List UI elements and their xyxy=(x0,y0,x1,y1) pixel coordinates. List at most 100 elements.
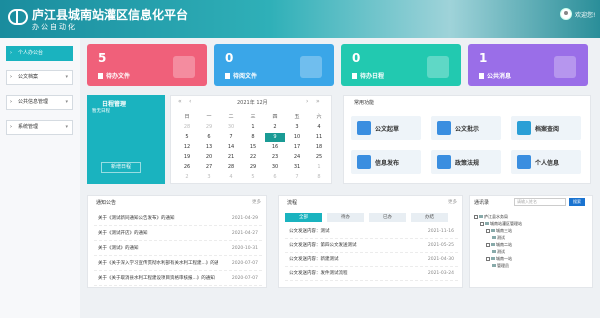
list-item[interactable]: 公文发送内容：第四公文发送测试 2021-05-25 xyxy=(285,239,458,253)
calendar-day[interactable]: 16 xyxy=(265,143,285,152)
contact-search-input[interactable]: 请输入姓名 xyxy=(514,198,566,206)
list-item[interactable]: 关于《关于深入学习宣传贯彻水利部有关水利工程建...》的通知 2020-07-07 xyxy=(94,256,262,271)
flow-more-link[interactable]: 更多 xyxy=(448,199,457,205)
function-personal-info[interactable]: 个人信息 xyxy=(511,150,581,174)
calendar-day[interactable]: 23 xyxy=(265,153,285,162)
sidebar-item-personal-office[interactable]: › 个人办公台 xyxy=(6,46,73,61)
calendar-day[interactable]: 10 xyxy=(287,133,307,142)
calendar-day[interactable]: 25 xyxy=(309,153,329,162)
notice-panel: 通知公告 更多 关于《测试新同通知公告发布》的通知 2021-04-29 关于《测… xyxy=(87,195,267,288)
calendar-day[interactable]: 8 xyxy=(309,173,329,182)
notice-more-link[interactable]: 更多 xyxy=(252,199,261,205)
calendar-day[interactable]: 29 xyxy=(199,123,219,132)
function-publish-info[interactable]: 信息发布 xyxy=(351,150,421,174)
prev-month-button[interactable]: ‹ xyxy=(189,98,191,105)
calendar-day[interactable]: 8 xyxy=(243,133,263,142)
calendar-day[interactable]: 14 xyxy=(221,143,241,152)
list-item[interactable]: 公文发送内容：新建测试 2021-04-30 xyxy=(285,253,458,267)
list-item[interactable]: 关于《关于取消县水利工程建设项目资格审核报...》的通知 2020-07-07 xyxy=(94,271,262,286)
sidebar-item-documents[interactable]: › 公文档案 ▾ xyxy=(6,70,73,85)
sidebar-item-public-info[interactable]: › 公共信息管理 ▾ xyxy=(6,95,73,110)
calendar-day[interactable]: 3 xyxy=(287,123,307,132)
list-item[interactable]: 公文发送内容：测试 2021-11-16 xyxy=(285,225,458,239)
calendar-day[interactable]: 29 xyxy=(243,163,263,172)
tree-node[interactable]: 城南二站 xyxy=(486,242,512,247)
function-approve-document[interactable]: 公文批示 xyxy=(431,116,501,140)
list-item[interactable]: 关于《测试新同通知公告发布》的通知 2021-04-29 xyxy=(94,211,262,226)
calendar-day[interactable]: 28 xyxy=(221,163,241,172)
calendar-day[interactable]: 1 xyxy=(243,123,263,132)
sidebar-item-label: 公文档案 xyxy=(18,74,39,80)
calendar-day[interactable]: 17 xyxy=(287,143,307,152)
list-item[interactable]: 关于《测试开店》的通知 2021-04-27 xyxy=(94,226,262,241)
tree-node[interactable]: 测试 xyxy=(492,249,505,254)
card-pending-schedule[interactable]: 0 待办日程 xyxy=(341,44,461,86)
sidebar-item-label: 公共信息管理 xyxy=(18,99,49,105)
calendar-day[interactable]: 31 xyxy=(287,163,307,172)
chevron-down-icon: ▾ xyxy=(65,74,68,80)
calendar-day[interactable]: 11 xyxy=(309,133,329,142)
calendar-day[interactable]: 24 xyxy=(287,153,307,162)
calendar-day[interactable]: 15 xyxy=(243,143,263,152)
calendar-day[interactable]: 30 xyxy=(265,163,285,172)
folder-icon xyxy=(491,243,495,246)
list-item[interactable]: 关于《测试》的通知 2020-10-31 xyxy=(94,241,262,256)
calendar-day[interactable]: 28 xyxy=(177,123,197,132)
calendar-day[interactable]: 13 xyxy=(199,143,219,152)
calendar-day[interactable]: 2 xyxy=(265,123,285,132)
add-schedule-button[interactable]: 新增日程 xyxy=(101,162,141,173)
calendar-day[interactable]: 21 xyxy=(221,153,241,162)
card-label: 待办文件 xyxy=(98,71,130,80)
calendar-day[interactable]: 3 xyxy=(199,173,219,182)
folder-icon xyxy=(300,56,322,78)
list-item[interactable]: 公文发送内容：发件测试流程 2021-03-24 xyxy=(285,267,458,281)
avatar[interactable] xyxy=(560,8,572,20)
common-functions-panel: 常用功能 公文起草 公文批示 档案查阅 信息发布 政策法规 个人信息 xyxy=(343,95,591,184)
function-archive-query[interactable]: 档案查阅 xyxy=(511,116,581,140)
prev-year-button[interactable]: « xyxy=(178,98,182,105)
tree-node[interactable]: 城南一站 xyxy=(486,256,512,261)
function-draft-document[interactable]: 公文起草 xyxy=(351,116,421,140)
tab-finished[interactable]: 办结 xyxy=(411,213,448,222)
calendar-day[interactable]: 5 xyxy=(243,173,263,182)
function-policy[interactable]: 政策法规 xyxy=(431,150,501,174)
tree-node[interactable]: 管理员 xyxy=(492,263,509,268)
card-to-read-files[interactable]: 0 待阅文件 xyxy=(214,44,334,86)
tree-node[interactable]: 城南站灌区管理站 xyxy=(480,221,522,226)
welcome-text[interactable]: 欢迎您! xyxy=(575,10,595,19)
weekday-label: 一 xyxy=(206,114,212,120)
arrow-icon: › xyxy=(10,74,12,80)
calendar-day[interactable]: 30 xyxy=(221,123,241,132)
calendar-day[interactable]: 12 xyxy=(177,143,197,152)
card-pending-files[interactable]: 5 待办文件 xyxy=(87,44,207,86)
document-icon xyxy=(98,73,103,79)
calendar-day[interactable]: 7 xyxy=(221,133,241,142)
calendar-day[interactable]: 5 xyxy=(177,133,197,142)
calendar-day[interactable]: 2 xyxy=(177,173,197,182)
tree-node[interactable]: 测试 xyxy=(492,235,505,240)
calendar-day[interactable]: 4 xyxy=(221,173,241,182)
calendar-day[interactable]: 19 xyxy=(177,153,197,162)
calendar-day[interactable]: 4 xyxy=(309,123,329,132)
next-year-button[interactable]: » xyxy=(316,98,320,105)
calendar-day[interactable]: 6 xyxy=(199,133,219,142)
calendar-day[interactable]: 9 xyxy=(265,133,285,142)
calendar-day[interactable]: 26 xyxy=(177,163,197,172)
tree-node[interactable]: 城南三站 xyxy=(486,228,512,233)
sidebar-item-system[interactable]: › 系统管理 ▾ xyxy=(6,120,73,135)
calendar-day[interactable]: 6 xyxy=(265,173,285,182)
tab-pending[interactable]: 待办 xyxy=(327,213,364,222)
calendar-day[interactable]: 18 xyxy=(309,143,329,152)
tab-all[interactable]: 全部 xyxy=(285,213,322,222)
calendar-day[interactable]: 20 xyxy=(199,153,219,162)
calendar-day[interactable]: 27 xyxy=(199,163,219,172)
approve-icon xyxy=(437,121,451,135)
calendar-day[interactable]: 1 xyxy=(309,163,329,172)
calendar-day[interactable]: 7 xyxy=(287,173,307,182)
contact-search-button[interactable]: 搜索 xyxy=(569,198,585,206)
card-public-messages[interactable]: 1 公共消息 xyxy=(468,44,588,86)
calendar-day[interactable]: 22 xyxy=(243,153,263,162)
tree-node[interactable]: 庐江县水务局 xyxy=(474,214,508,219)
next-month-button[interactable]: › xyxy=(306,98,308,105)
tab-done[interactable]: 已办 xyxy=(369,213,406,222)
